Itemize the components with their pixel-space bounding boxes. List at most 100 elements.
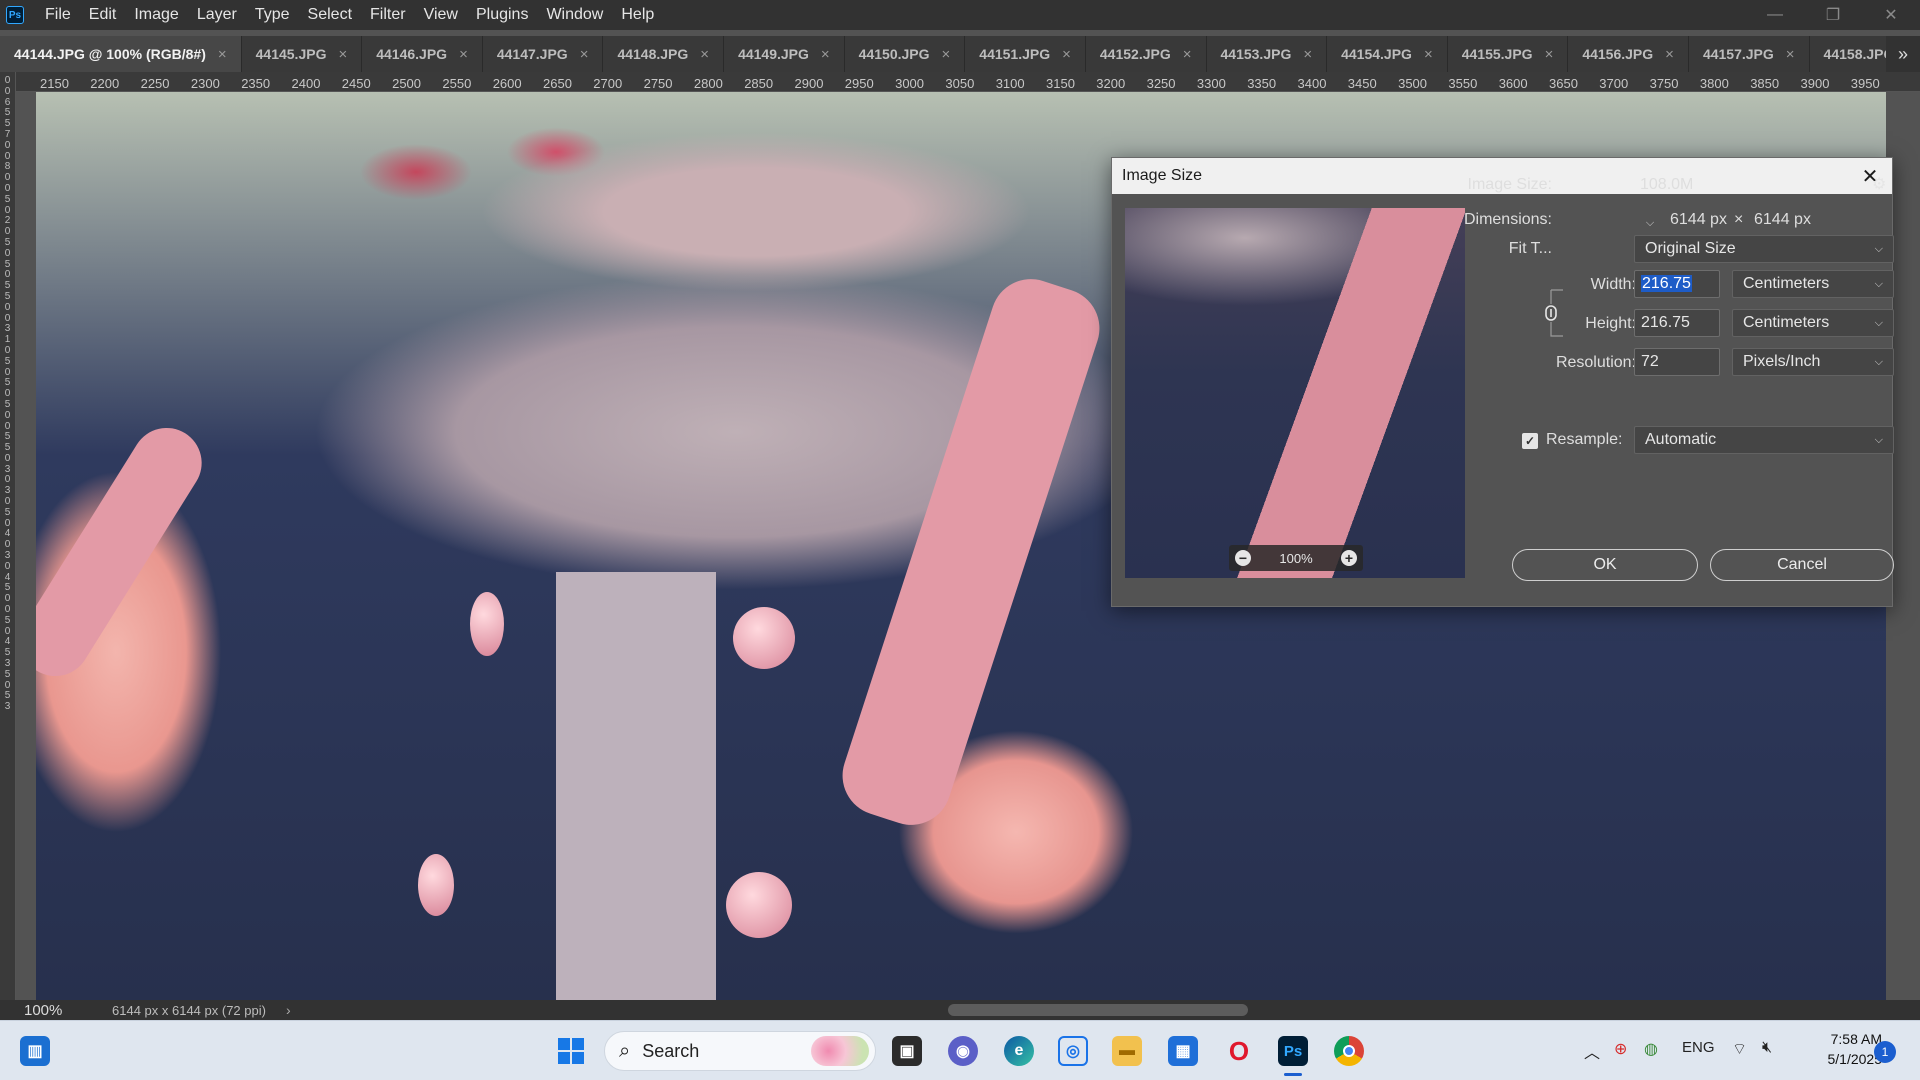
horizontal-scrollbar[interactable] [320, 1004, 1880, 1016]
document-tab[interactable]: 44145.JPG × [241, 36, 363, 72]
tab-label: 44158.JPG [1823, 46, 1895, 62]
photoshop-icon[interactable]: Ps [1278, 1036, 1308, 1066]
speaker-muted-icon[interactable]: 🔇︎ [1762, 1039, 1772, 1057]
menu-window[interactable]: Window [537, 0, 612, 30]
scrollbar-thumb[interactable] [948, 1004, 1248, 1016]
file-explorer-icon[interactable]: ▬ [1112, 1036, 1142, 1066]
document-tab[interactable]: 44146.JPG × [362, 36, 483, 72]
fit-to-value: Original Size [1645, 240, 1736, 257]
zoom-level[interactable]: 100% [0, 1002, 76, 1019]
ruler-tick-label: 2350 [241, 76, 271, 91]
start-icon[interactable] [556, 1036, 586, 1066]
resolution-input[interactable]: 72 [1634, 348, 1720, 376]
menu-plugins[interactable]: Plugins [467, 0, 537, 30]
resample-label: Resample: [1546, 431, 1623, 448]
menu-select[interactable]: Select [299, 0, 361, 30]
tab-close-icon[interactable]: × [1545, 46, 1554, 63]
document-tab[interactable]: 44156.JPG × [1568, 36, 1689, 72]
tab-close-icon[interactable]: × [338, 46, 347, 63]
document-tab[interactable]: 44153.JPG × [1206, 36, 1328, 72]
edge-icon[interactable]: e [1004, 1036, 1034, 1066]
image-preview[interactable]: − 100% + [1125, 208, 1465, 578]
notification-badge[interactable]: 1 [1874, 1041, 1896, 1063]
menu-help[interactable]: Help [612, 0, 663, 30]
coat-button [726, 872, 792, 938]
width-input[interactable]: 216.75 [1634, 270, 1720, 298]
close-window-button[interactable]: ✕ [1862, 0, 1920, 30]
tab-close-icon[interactable]: × [1062, 46, 1071, 63]
tab-close-icon[interactable]: × [700, 46, 709, 63]
language-indicator[interactable]: ENG [1682, 1039, 1715, 1056]
ruler-tick-label: 2450 [341, 76, 371, 91]
file-manager-icon[interactable]: ▣ [892, 1036, 922, 1066]
store-icon[interactable]: ▦ [1168, 1036, 1198, 1066]
chrome-icon[interactable] [1334, 1036, 1364, 1066]
resample-dropdown[interactable]: Automatic ⌵ [1634, 426, 1894, 454]
tab-close-icon[interactable]: × [1786, 46, 1795, 63]
vpn-icon[interactable]: ⊕ [1614, 1039, 1627, 1059]
dimensions-label: Dimensions: [1463, 211, 1552, 228]
maximize-button[interactable]: ❐ [1804, 0, 1862, 30]
menu-layer[interactable]: Layer [188, 0, 246, 30]
ruler-tick-label: 3600 [1498, 76, 1528, 91]
system-clock[interactable]: 7:58 AM 5/1/2025 [1792, 1029, 1883, 1069]
tab-close-icon[interactable]: × [1303, 46, 1312, 63]
photoshop-active-indicator [1284, 1073, 1302, 1076]
zoom-out-icon[interactable]: − [1235, 550, 1251, 566]
document-tab[interactable]: 44157.JPG × [1688, 36, 1810, 72]
tab-active-document[interactable]: 44144.JPG @ 100% (RGB/8#) × [0, 36, 242, 72]
menu-filter[interactable]: Filter [361, 0, 415, 30]
gear-icon[interactable]: ⚙ [1872, 174, 1886, 194]
document-tab[interactable]: 44151.JPG × [965, 36, 1086, 72]
taskbar-search-box[interactable]: ⌕ Search [604, 1031, 876, 1071]
height-input[interactable]: 216.75 [1634, 309, 1720, 337]
chevron-right-icon[interactable]: › [286, 1002, 291, 1018]
document-tab[interactable]: 44147.JPG × [482, 36, 604, 72]
fit-to-dropdown[interactable]: Original Size ⌵ [1634, 235, 1894, 263]
resample-checkbox[interactable]: ✓ [1522, 433, 1538, 449]
document-tab[interactable]: 44149.JPG × [724, 36, 845, 72]
tab-close-icon[interactable]: × [1424, 46, 1433, 63]
document-tab[interactable]: 44154.JPG × [1327, 36, 1448, 72]
menu-view[interactable]: View [415, 0, 467, 30]
menu-type[interactable]: Type [246, 0, 299, 30]
capture-icon[interactable]: ◎ [1058, 1036, 1088, 1066]
ok-button[interactable]: OK [1512, 549, 1698, 581]
tab-close-icon[interactable]: × [459, 46, 468, 63]
network-globe-icon[interactable]: ◍ [1644, 1039, 1658, 1059]
image-size-dialog: Image Size ✕ − 100% + Image Size: 108.0M… [1111, 157, 1894, 607]
zoom-in-icon[interactable]: + [1341, 550, 1357, 566]
height-unit-dropdown[interactable]: Centimeters ⌵ [1732, 309, 1894, 337]
document-tab-bar: 44144.JPG @ 100% (RGB/8#) × 44145.JPG × 4414… [0, 36, 1920, 72]
ruler-tick-label: 2200 [90, 76, 120, 91]
resolution-unit-dropdown[interactable]: Pixels/Inch ⌵ [1732, 348, 1894, 376]
wifi-icon[interactable]: ⌔ [1732, 1039, 1747, 1059]
menu-bar: Ps File Edit Image Layer Type Select Filter Vie… [0, 0, 1920, 30]
document-tab[interactable]: 44148.JPG × [603, 36, 725, 72]
tab-close-icon[interactable]: × [942, 46, 951, 63]
tab-close-icon[interactable]: × [821, 46, 830, 63]
height-label: Height: [1585, 315, 1636, 332]
opera-icon[interactable]: O [1224, 1036, 1254, 1066]
document-tab[interactable]: 44152.JPG × [1085, 36, 1207, 72]
ruler-tick-label: 2400 [291, 76, 321, 91]
document-tab[interactable]: 44150.JPG × [844, 36, 966, 72]
width-unit-dropdown[interactable]: Centimeters ⌵ [1732, 270, 1894, 298]
cancel-button[interactable]: Cancel [1710, 549, 1894, 581]
tab-overflow-icon[interactable]: » [1886, 36, 1920, 72]
minimize-button[interactable]: — [1746, 0, 1804, 30]
widgets-icon[interactable]: ▥ [20, 1036, 50, 1066]
tab-label: 44155.JPG [1461, 46, 1533, 62]
menu-image[interactable]: Image [125, 0, 187, 30]
tab-close-icon[interactable]: × [1665, 46, 1674, 63]
tab-close-icon[interactable]: × [580, 46, 589, 63]
tab-close-icon[interactable]: × [1183, 46, 1192, 63]
menu-edit[interactable]: Edit [80, 0, 126, 30]
meet-icon[interactable]: ◉ [948, 1036, 978, 1066]
width-value: 216.75 [1641, 275, 1692, 292]
tab-close-icon[interactable]: × [218, 46, 227, 63]
chevron-up-icon[interactable]: ︿ [1584, 1039, 1600, 1063]
dimensions-chevron-down-icon[interactable]: ⌵ [1641, 214, 1659, 232]
document-tab[interactable]: 44155.JPG × [1447, 36, 1569, 72]
menu-file[interactable]: File [36, 0, 80, 30]
